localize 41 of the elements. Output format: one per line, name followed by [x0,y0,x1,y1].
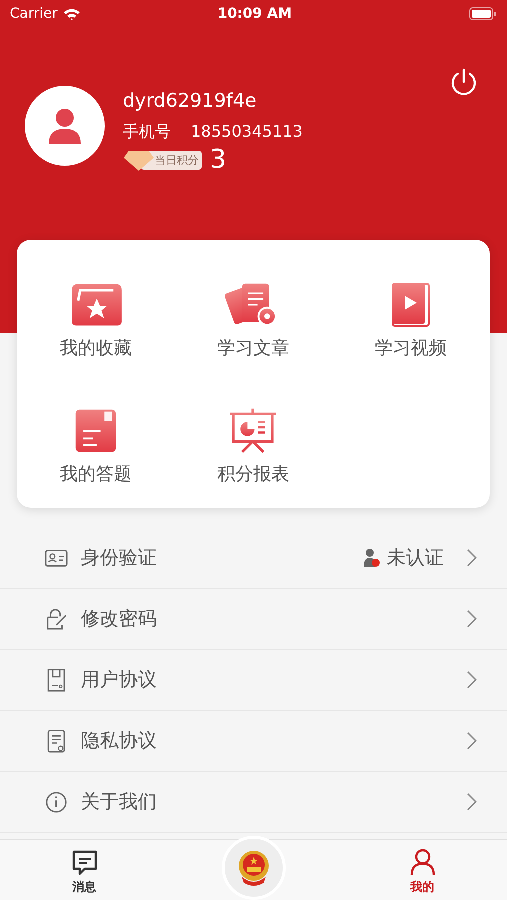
menu-label: 关于我们 [81,790,158,815]
username: dyrd62919f4e [123,89,258,114]
shortcut-item[interactable]: 学习视频 [332,272,490,398]
lock-edit-icon [45,608,68,630]
tab-item[interactable]: 我的 [338,840,507,900]
phone-number: 18550345113 [191,122,303,143]
chat-icon [70,850,98,876]
wifi-icon [62,8,81,20]
tab-item[interactable]: 消息 [0,840,169,900]
info-icon [45,790,68,814]
document-icon [45,730,68,752]
chevron-icon [467,610,477,628]
clock-time: 10:09 AM [218,6,292,22]
menu-label: 用户协议 [81,668,158,693]
menu-row[interactable]: 隐私协议 [0,711,507,772]
chevron-icon [467,793,477,811]
battery-icon [468,7,497,21]
shortcut-item[interactable]: 学习文章 [174,272,332,398]
power-icon[interactable] [449,68,479,98]
chevron-icon [467,671,477,689]
points-value: 3 [210,145,227,175]
diamond-icon [123,150,155,172]
person-icon [47,107,83,145]
phone-label: 手机号 [123,122,171,143]
menu-row[interactable]: 修改密码 [0,589,507,650]
verification-status: 未认证 [387,546,444,571]
person-icon [410,849,436,876]
chevron-icon [467,732,477,750]
menu-label: 身份验证 [81,546,158,571]
shortcut-item[interactable]: 我的收藏 [17,272,175,398]
menu-row[interactable]: 身份验证 未认证 [0,528,507,589]
carrier-label: Carrier [10,6,58,22]
menu-label: 隐私协议 [81,729,158,754]
menu-row[interactable]: 用户协议 [0,650,507,711]
shortcut-item[interactable]: 我的答题 [17,398,175,524]
document-icon [45,668,68,692]
menu-row[interactable]: 关于我们 [0,772,507,833]
chevron-icon [467,549,477,567]
shortcut-item[interactable]: 积分报表 [174,398,332,524]
user-alert-icon [363,548,381,568]
menu-label: 修改密码 [81,607,158,632]
